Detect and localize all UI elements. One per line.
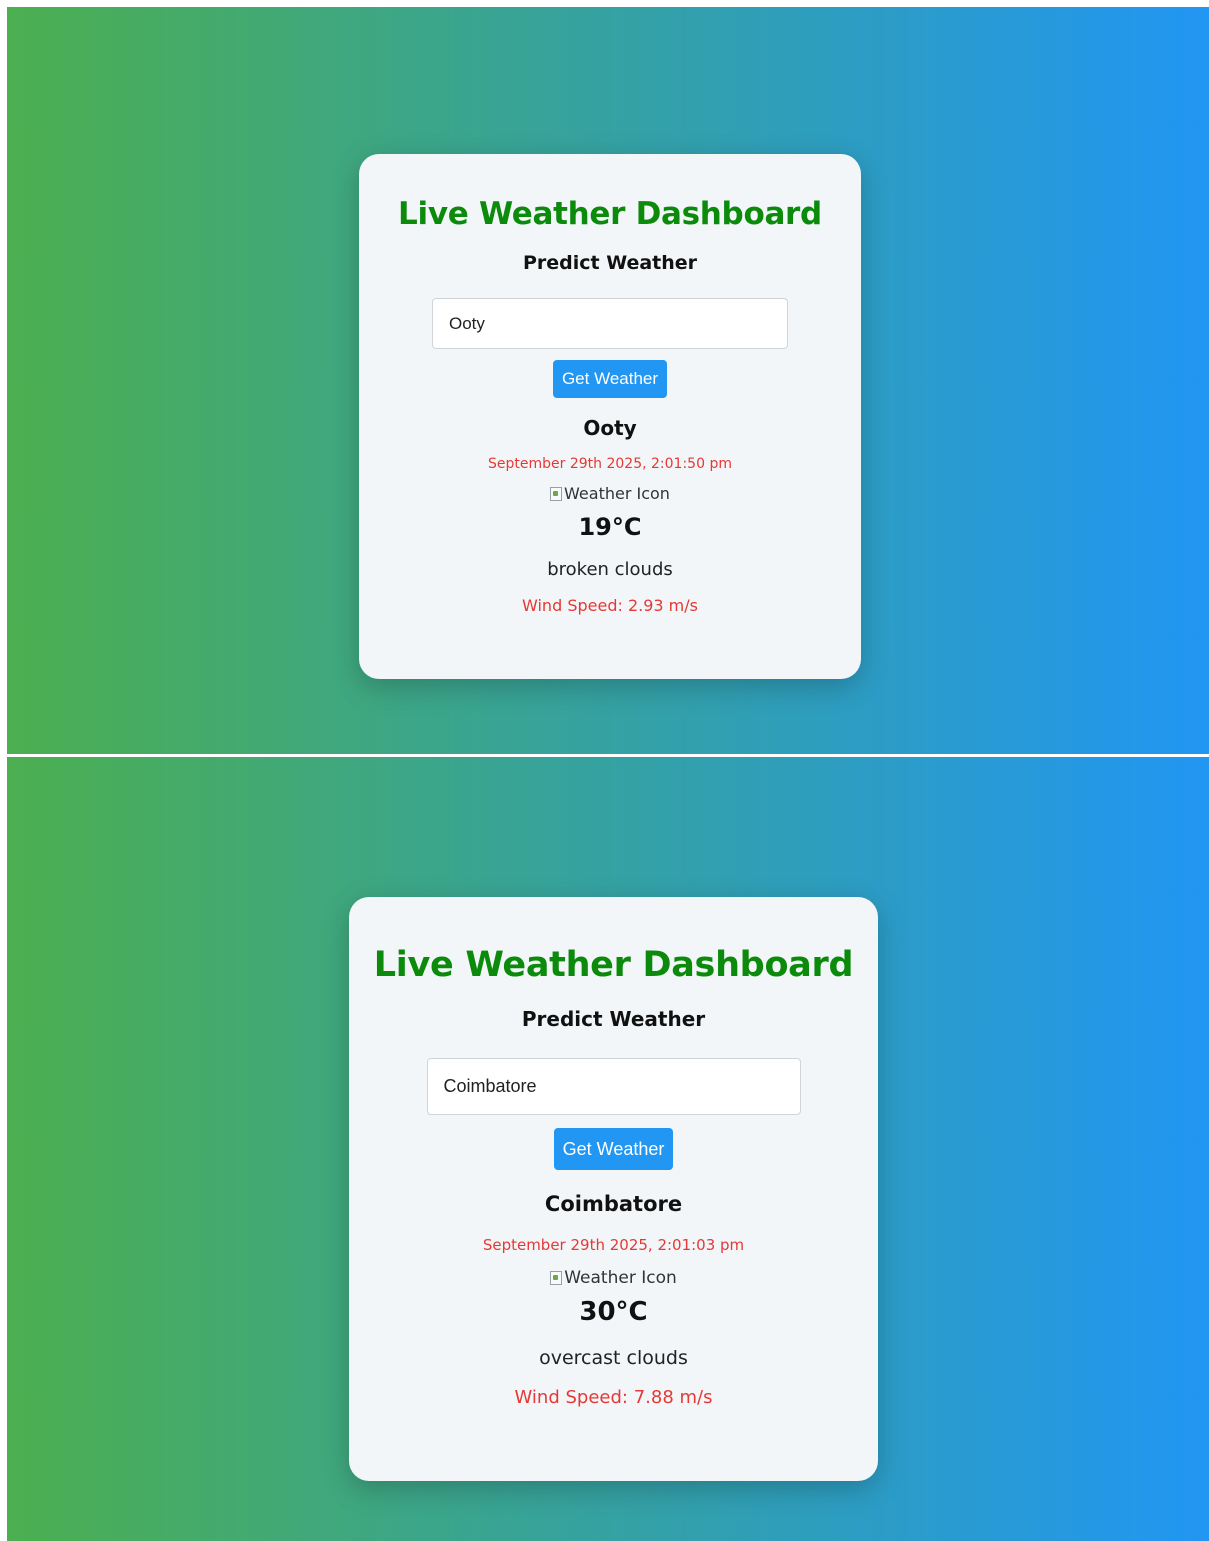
get-weather-button[interactable]: Get Weather — [554, 1128, 673, 1170]
weather-description: broken clouds — [547, 558, 673, 580]
get-weather-button[interactable]: Get Weather — [553, 360, 667, 398]
temperature: 30°C — [579, 1297, 648, 1327]
city-search-input[interactable] — [432, 298, 788, 349]
datetime-stamp: September 29th 2025, 2:01:03 pm — [482, 1236, 745, 1254]
weather-icon-alt-text: Weather Icon — [564, 1268, 677, 1288]
weather-card: Live Weather Dashboard Predict Weather G… — [359, 154, 861, 679]
screenshot-page: Live Weather Dashboard Predict Weather G… — [0, 0, 1209, 1541]
weather-view-ooty: Live Weather Dashboard Predict Weather G… — [7, 7, 1209, 754]
weather-view-coimbatore: Live Weather Dashboard Predict Weather G… — [7, 757, 1209, 1541]
weather-icon: Weather Icon — [550, 484, 670, 503]
datetime-stamp: September 29th 2025, 2:01:50 pm — [488, 456, 732, 472]
section-subtitle: Predict Weather — [521, 1007, 706, 1031]
city-name: Ooty — [583, 416, 637, 440]
weather-card: Live Weather Dashboard Predict Weather G… — [349, 897, 878, 1481]
temperature: 19°C — [578, 512, 642, 541]
wind-speed-label: Wind Speed: — [522, 595, 623, 615]
wind-speed-label: Wind Speed: — [514, 1387, 628, 1408]
wind-speed: Wind Speed: 7.88 m/s — [349, 1387, 878, 1408]
city-search-input[interactable] — [426, 1058, 801, 1115]
page-title: Live Weather Dashboard — [398, 196, 822, 232]
weather-description: overcast clouds — [539, 1347, 688, 1369]
city-name: Coimbatore — [544, 1192, 683, 1216]
weather-icon: Weather Icon — [550, 1268, 677, 1288]
broken-image-icon — [550, 1271, 563, 1285]
section-subtitle: Predict Weather — [522, 252, 698, 274]
broken-image-icon — [550, 486, 563, 501]
wind-speed-value: 7.88 m/s — [633, 1387, 713, 1408]
weather-icon-alt-text: Weather Icon — [564, 484, 670, 503]
page-title: Live Weather Dashboard — [373, 945, 854, 985]
wind-speed: Wind Speed: 2.93 m/s — [359, 596, 861, 615]
wind-speed-value: 2.93 m/s — [627, 595, 698, 615]
